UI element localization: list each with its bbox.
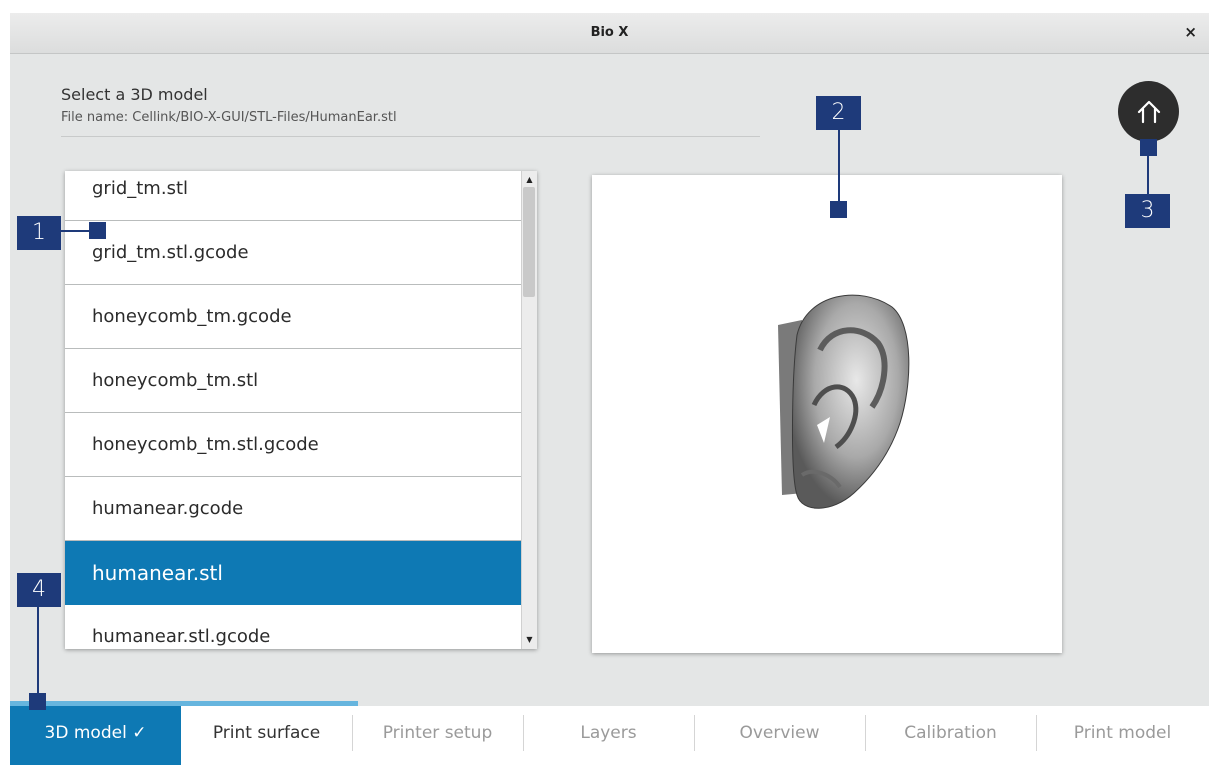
- scroll-thumb[interactable]: [523, 187, 535, 297]
- list-item[interactable]: humanear.stl.gcode: [65, 605, 521, 649]
- tab-print-model[interactable]: Print model: [1036, 701, 1209, 765]
- scroll-up-arrow[interactable]: ▲: [522, 173, 537, 187]
- header-divider: [61, 136, 760, 137]
- list-scrollbar[interactable]: ▲ ▼: [521, 171, 537, 649]
- callout-1-dot: [89, 222, 106, 239]
- tab-layers[interactable]: Layers: [523, 701, 694, 765]
- home-icon: [1137, 100, 1160, 123]
- callout-4-leader: [37, 607, 39, 693]
- file-list-items: grid_tm.stl grid_tm.stl.gcode honeycomb_…: [65, 171, 521, 649]
- callout-2-dot: [830, 201, 847, 218]
- list-item[interactable]: humanear.gcode: [65, 477, 521, 541]
- callout-4-dot: [29, 693, 46, 710]
- tab-calibration[interactable]: Calibration: [865, 701, 1036, 765]
- list-item[interactable]: honeycomb_tm.stl.gcode: [65, 413, 521, 477]
- callout-2-leader: [838, 130, 840, 204]
- window-title: Bio X: [590, 25, 629, 40]
- home-button[interactable]: [1118, 81, 1179, 142]
- file-name-label: File name: Cellink/BIO-X-GUI/STL-Files/H…: [61, 110, 397, 125]
- list-item[interactable]: grid_tm.stl.gcode: [65, 221, 521, 285]
- list-item-selected[interactable]: humanear.stl: [65, 541, 521, 605]
- model-viewer[interactable]: [592, 175, 1062, 653]
- select-model-label: Select a 3D model: [61, 85, 208, 104]
- file-list[interactable]: grid_tm.stl grid_tm.stl.gcode honeycomb_…: [65, 171, 537, 649]
- list-item[interactable]: honeycomb_tm.gcode: [65, 285, 521, 349]
- scroll-down-arrow[interactable]: ▼: [522, 633, 537, 647]
- step-progress-fill: [10, 701, 358, 706]
- title-bar: Bio X ×: [10, 13, 1209, 54]
- tab-print-surface[interactable]: Print surface: [181, 701, 352, 765]
- app-window: Bio X × Select a 3D model File name: Cel…: [10, 13, 1209, 765]
- step-tabs: 3D model ✓ Print surface Printer setup L…: [10, 701, 1209, 765]
- human-ear-model: [778, 294, 910, 509]
- tab-overview[interactable]: Overview: [694, 701, 865, 765]
- callout-3: 3: [1125, 194, 1170, 228]
- list-item[interactable]: grid_tm.stl: [65, 171, 521, 221]
- callout-4: 4: [17, 573, 61, 607]
- callout-1: 1: [17, 216, 61, 250]
- list-item[interactable]: honeycomb_tm.stl: [65, 349, 521, 413]
- callout-3-leader: [1147, 153, 1149, 196]
- callout-2: 2: [816, 96, 861, 130]
- tab-3d-model[interactable]: 3D model ✓: [10, 701, 181, 765]
- tab-printer-setup[interactable]: Printer setup: [352, 701, 523, 765]
- close-button[interactable]: ×: [1184, 23, 1197, 41]
